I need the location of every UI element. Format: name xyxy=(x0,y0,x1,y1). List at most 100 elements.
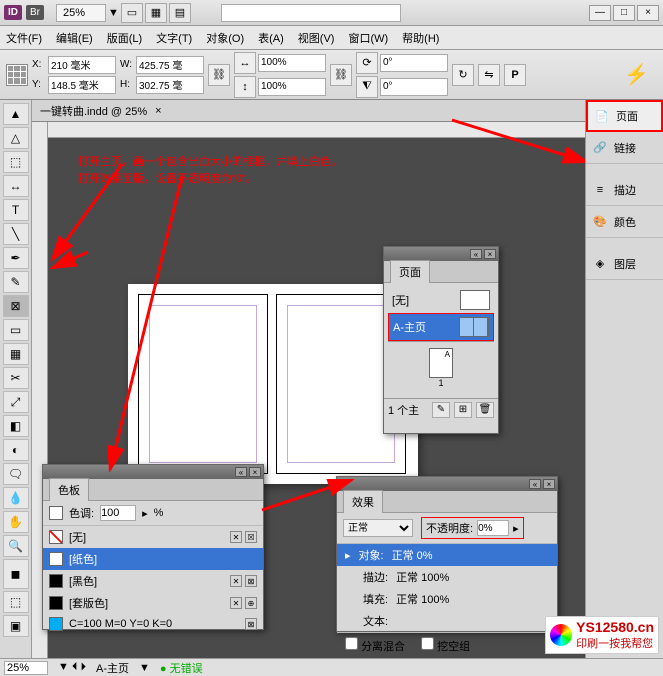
reference-point[interactable] xyxy=(6,64,28,86)
panel-collapse-icon[interactable]: « xyxy=(529,479,541,489)
menu-edit[interactable]: 编辑(E) xyxy=(56,30,93,46)
master-none-row[interactable]: [无] xyxy=(388,287,494,313)
menu-type[interactable]: 文字(T) xyxy=(156,30,192,46)
knockout-checkbox[interactable]: 挖空组 xyxy=(421,637,470,654)
effect-target-row[interactable]: 描边:正常 100% xyxy=(337,566,557,588)
default-fill-stroke-icon[interactable]: ⬚ xyxy=(3,591,29,613)
arrange-icon[interactable]: ▦ xyxy=(145,3,167,23)
h-field[interactable] xyxy=(136,76,204,94)
view-mode-icon[interactable]: ▣ xyxy=(3,615,29,637)
type-tool-icon[interactable]: T xyxy=(3,199,29,221)
panel-close-icon[interactable]: × xyxy=(484,249,496,259)
opacity-field[interactable] xyxy=(477,520,509,536)
zoom-tool-icon[interactable]: 🔍 xyxy=(3,535,29,557)
free-transform-tool-icon[interactable]: ⤢ xyxy=(3,391,29,413)
rotate-cw-icon[interactable]: ↻ xyxy=(452,64,474,86)
status-zoom[interactable]: 25% xyxy=(4,661,48,675)
fill-proxy-icon[interactable] xyxy=(49,506,63,520)
delete-page-icon[interactable]: 🗑 xyxy=(476,402,494,418)
swatch-row[interactable]: [套版色]✕⊕ xyxy=(43,592,263,614)
color-panel-button[interactable]: 🎨颜色 xyxy=(586,206,663,238)
menu-layout[interactable]: 版面(L) xyxy=(107,30,142,46)
scale-y-field[interactable] xyxy=(258,78,326,96)
menu-help[interactable]: 帮助(H) xyxy=(402,30,439,46)
page-1-thumb[interactable]: A xyxy=(429,348,453,378)
maximize-button[interactable]: □ xyxy=(613,5,635,21)
tint-field[interactable] xyxy=(100,505,136,521)
menu-object[interactable]: 对象(O) xyxy=(206,30,244,46)
zoom-level[interactable]: 25% xyxy=(56,4,106,22)
rectangle-frame-tool-icon[interactable]: ⊠ xyxy=(3,295,29,317)
menu-window[interactable]: 窗口(W) xyxy=(348,30,388,46)
rotate-icon: ⟳ xyxy=(356,52,378,74)
effect-target-row[interactable]: ▸对象:正常 0% xyxy=(337,544,557,566)
swatch-row[interactable]: [纸色] xyxy=(43,548,263,570)
bridge-badge[interactable]: Br xyxy=(26,5,44,20)
screen-mode-icon[interactable]: ▭ xyxy=(121,3,143,23)
scissors-tool-icon[interactable]: ✂ xyxy=(3,367,29,389)
shear-field[interactable] xyxy=(380,78,448,96)
pages-tab[interactable]: 页面 xyxy=(390,260,430,283)
note-tool-icon[interactable]: 🗨 xyxy=(3,463,29,485)
tint-label: 色调: xyxy=(69,505,94,521)
scale-y-icon: ↕ xyxy=(234,76,256,98)
menu-file[interactable]: 文件(F) xyxy=(6,30,42,46)
page-left[interactable] xyxy=(138,294,268,474)
scale-x-field[interactable] xyxy=(258,54,326,72)
panel-collapse-icon[interactable]: « xyxy=(235,467,247,477)
layers-panel-button[interactable]: ◈图层 xyxy=(586,248,663,280)
x-field[interactable] xyxy=(48,56,116,74)
gap-tool-icon[interactable]: ↔ xyxy=(3,175,29,197)
panel-collapse-icon[interactable]: « xyxy=(470,249,482,259)
swatch-row[interactable]: [黑色]✕⊠ xyxy=(43,570,263,592)
spread[interactable] xyxy=(128,284,418,484)
new-page-icon[interactable]: ⊞ xyxy=(454,402,472,418)
close-button[interactable]: × xyxy=(637,5,659,21)
swatch-row[interactable]: C=100 M=0 Y=0 K=0⊠ xyxy=(43,614,263,634)
w-field[interactable] xyxy=(136,56,204,74)
y-field[interactable] xyxy=(48,76,116,94)
rectangle-tool-icon[interactable]: ▭ xyxy=(3,319,29,341)
pages-count: 1 个主 xyxy=(388,402,419,418)
pages-panel-button[interactable]: 📄页面 xyxy=(586,100,663,132)
status-master[interactable]: A-主页 xyxy=(96,660,129,676)
hand-tool-icon[interactable]: ✋ xyxy=(3,511,29,533)
stroke-panel-button[interactable]: ≡描边 xyxy=(586,174,663,206)
search-input[interactable] xyxy=(221,4,401,22)
pen-tool-icon[interactable]: ✒ xyxy=(3,247,29,269)
menu-table[interactable]: 表(A) xyxy=(258,30,284,46)
rotate-field[interactable] xyxy=(380,54,448,72)
gradient-feather-tool-icon[interactable]: ◐ xyxy=(3,439,29,461)
view-options-icon[interactable]: ▤ xyxy=(169,3,191,23)
page-tool-icon[interactable]: ⬚ xyxy=(3,151,29,173)
document-tab[interactable]: 一键转曲.indd @ 25%× xyxy=(32,100,585,122)
constrain-scale-icon[interactable]: ⛓ xyxy=(330,64,352,86)
pencil-tool-icon[interactable]: ✎ xyxy=(3,271,29,293)
master-a-row[interactable]: A-主页 xyxy=(388,313,494,341)
panel-close-icon[interactable]: × xyxy=(543,479,555,489)
quick-apply-icon[interactable]: ⚡ xyxy=(616,62,657,87)
p-icon[interactable]: P xyxy=(504,64,526,86)
eyedropper-tool-icon[interactable]: 💧 xyxy=(3,487,29,509)
flip-h-icon[interactable]: ⇋ xyxy=(478,64,500,86)
panel-close-icon[interactable]: × xyxy=(249,467,261,477)
swatches-tab[interactable]: 色板 xyxy=(49,478,89,501)
direct-selection-tool-icon[interactable]: △ xyxy=(3,127,29,149)
effect-target-row[interactable]: 文本: xyxy=(337,610,557,632)
links-panel-button[interactable]: 🔗链接 xyxy=(586,132,663,164)
gradient-swatch-tool-icon[interactable]: ◧ xyxy=(3,415,29,437)
menu-view[interactable]: 视图(V) xyxy=(298,30,335,46)
blend-mode-select[interactable]: 正常 xyxy=(343,519,413,537)
fill-stroke-icon[interactable]: ◼ xyxy=(3,559,29,589)
swatch-row[interactable]: [无]✕☒ xyxy=(43,526,263,548)
isolate-checkbox[interactable]: 分离混合 xyxy=(345,637,405,654)
edit-page-icon[interactable]: ✎ xyxy=(432,402,450,418)
constrain-icon[interactable]: ⛓ xyxy=(208,64,230,86)
selection-tool-icon[interactable]: ▲ xyxy=(3,103,29,125)
effects-tab[interactable]: 效果 xyxy=(343,490,383,513)
minimize-button[interactable]: — xyxy=(589,5,611,21)
status-preflight[interactable]: ● 无错误 xyxy=(160,660,203,676)
effect-target-row[interactable]: 填充:正常 100% xyxy=(337,588,557,610)
grid-tool-icon[interactable]: ▦ xyxy=(3,343,29,365)
line-tool-icon[interactable]: ╲ xyxy=(3,223,29,245)
